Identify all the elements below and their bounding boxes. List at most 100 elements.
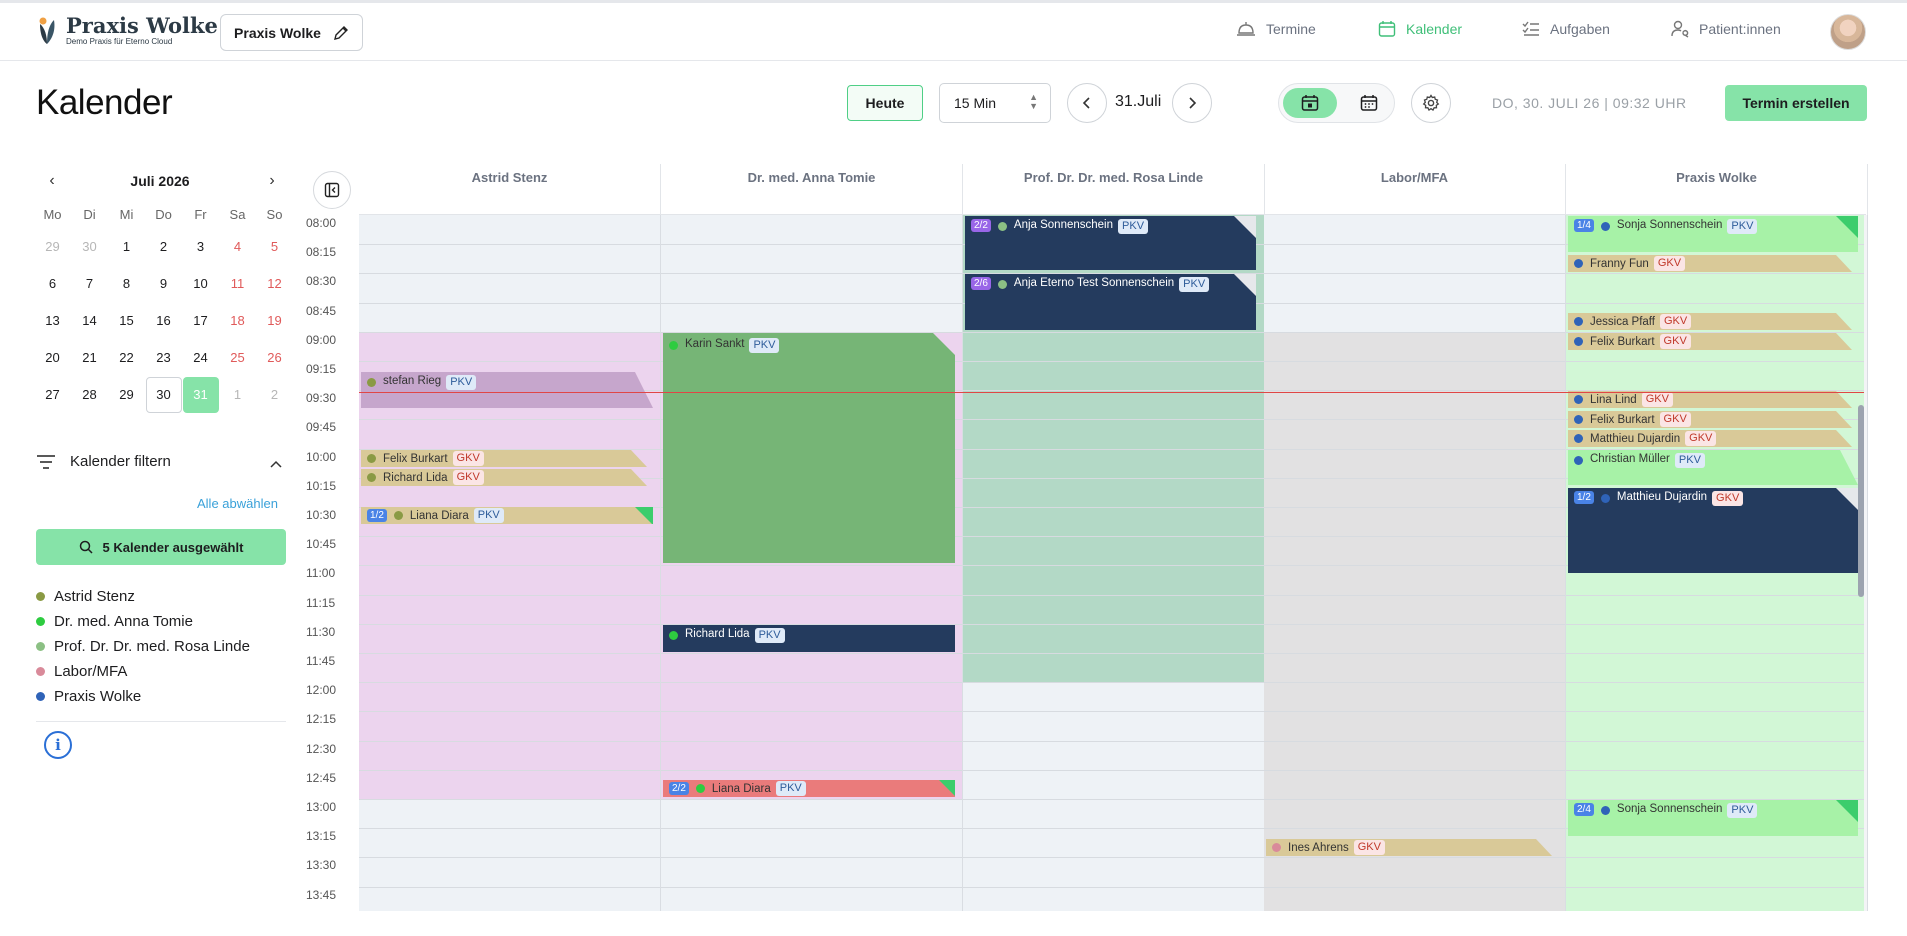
appointment[interactable]: Franny Fun GKV <box>1568 255 1852 272</box>
mini-cal-day[interactable]: 23 <box>145 339 182 376</box>
interval-select[interactable]: 15 Min ▲ ▼ <box>939 83 1051 123</box>
mini-cal-day-label: 30 <box>145 377 182 413</box>
mini-cal-day[interactable]: 16 <box>145 302 182 339</box>
mini-cal-day[interactable]: 20 <box>34 339 71 376</box>
mini-cal-prev-icon[interactable]: ‹ <box>42 166 62 196</box>
mini-cal-day[interactable]: 8 <box>108 265 145 302</box>
appointment[interactable]: 2/2 Liana Diara PKV <box>663 780 955 797</box>
mini-cal-day[interactable]: 3 <box>182 228 219 265</box>
mini-cal-day[interactable]: 22 <box>108 339 145 376</box>
info-icon[interactable]: i <box>44 731 72 759</box>
mini-cal-next-icon[interactable]: › <box>262 166 282 196</box>
calendar-filter-header[interactable]: Kalender filtern <box>36 453 171 470</box>
insurance-badge: GKV <box>1660 314 1691 329</box>
chevron-up-icon[interactable] <box>270 455 282 471</box>
deselect-all-link[interactable]: Alle abwählen <box>197 496 278 511</box>
appointment[interactable]: 1/2 Liana Diara PKV <box>361 507 653 524</box>
appointment[interactable]: Richard Lida PKV <box>663 625 955 652</box>
appointment[interactable]: Felix Burkart GKV <box>1568 411 1852 428</box>
mini-cal-day[interactable]: 26 <box>256 339 293 376</box>
prev-day-button[interactable] <box>1067 83 1107 123</box>
calendars-selected-button[interactable]: 5 Kalender ausgewählt <box>36 529 286 565</box>
nav-aufgaben[interactable]: Aufgaben <box>1522 20 1610 38</box>
appointment[interactable]: Felix Burkart GKV <box>1568 333 1852 350</box>
legend-label: Praxis Wolke <box>54 688 142 705</box>
user-avatar[interactable] <box>1830 14 1866 50</box>
appointment[interactable]: Karin Sankt PKV <box>663 333 955 563</box>
legend-item[interactable]: Dr. med. Anna Tomie <box>36 609 250 634</box>
settings-button[interactable] <box>1411 83 1451 123</box>
patient-name: Lina Lind <box>1590 393 1637 406</box>
mini-cal-day[interactable]: 29 <box>34 228 71 265</box>
mini-cal-day[interactable]: 25 <box>219 339 256 376</box>
mini-cal-day[interactable]: 10 <box>182 265 219 302</box>
mini-cal-day[interactable]: 17 <box>182 302 219 339</box>
mini-cal-day[interactable]: 21 <box>71 339 108 376</box>
mini-cal-day[interactable]: 12 <box>256 265 293 302</box>
mini-cal-day[interactable]: 9 <box>145 265 182 302</box>
mini-cal-day[interactable]: 29 <box>108 376 145 413</box>
mini-cal-day[interactable]: 2 <box>256 376 293 413</box>
mini-cal-day[interactable]: 5 <box>256 228 293 265</box>
appointment[interactable]: Ines Ahrens GKV <box>1266 839 1552 856</box>
nav-termine[interactable]: Termine <box>1236 20 1316 38</box>
mini-cal-day[interactable]: 14 <box>71 302 108 339</box>
mini-cal-day[interactable]: 2 <box>145 228 182 265</box>
next-day-button[interactable] <box>1172 83 1212 123</box>
legend-item[interactable]: Astrid Stenz <box>36 584 250 609</box>
patient-name: Felix Burkart <box>1590 413 1655 426</box>
mini-cal-day[interactable]: 19 <box>256 302 293 339</box>
mini-cal-day[interactable]: 31 <box>182 376 219 413</box>
appointment[interactable]: Felix Burkart GKV <box>361 450 647 467</box>
appointment[interactable]: Richard Lida GKV <box>361 469 647 486</box>
logo[interactable]: Praxis Wolke Demo Praxis für Eterno Clou… <box>34 15 218 46</box>
legend-item[interactable]: Prof. Dr. Dr. med. Rosa Linde <box>36 634 250 659</box>
patient-name: Sonja Sonnenschein <box>1616 219 1723 231</box>
nav-kalender[interactable]: Kalender <box>1378 20 1462 38</box>
day-view-button[interactable] <box>1283 88 1337 118</box>
mini-cal-day[interactable]: 18 <box>219 302 256 339</box>
today-button[interactable]: Heute <box>847 85 923 121</box>
grid-line <box>1566 711 1867 713</box>
mini-cal-day[interactable]: 28 <box>71 376 108 413</box>
praxis-edit-button[interactable]: Praxis Wolke <box>220 14 363 51</box>
legend-item[interactable]: Praxis Wolke <box>36 684 250 709</box>
scrollbar[interactable] <box>1858 405 1864 597</box>
mini-cal-day[interactable]: 15 <box>108 302 145 339</box>
mini-cal-day[interactable]: 7 <box>71 265 108 302</box>
collapse-sidebar-button[interactable] <box>313 171 351 209</box>
patient-name: Jessica Pfaff <box>1590 315 1655 328</box>
mini-cal-day[interactable]: 4 <box>219 228 256 265</box>
mini-cal-day[interactable]: 24 <box>182 339 219 376</box>
mini-cal-day[interactable]: 30 <box>71 228 108 265</box>
appointment[interactable]: stefan Rieg PKV <box>361 372 653 408</box>
week-view-button[interactable] <box>1347 88 1391 118</box>
mini-cal-day[interactable]: 11 <box>219 265 256 302</box>
appointment[interactable]: Christian Müller PKV <box>1568 450 1858 485</box>
appointment[interactable]: Lina Lind GKV <box>1568 391 1852 408</box>
grid-line <box>963 682 1264 684</box>
calendar-column[interactable] <box>1264 215 1566 911</box>
legend-item[interactable]: Labor/MFA <box>36 659 250 684</box>
appointment[interactable]: Matthieu Dujardin GKV <box>1568 430 1852 447</box>
appointment[interactable]: 1/4 Sonja Sonnenschein PKV <box>1568 216 1858 252</box>
nav-patienten[interactable]: Patient:innen <box>1671 20 1781 38</box>
praxis-button-label: Praxis Wolke <box>234 24 321 41</box>
mini-cal-day[interactable]: 6 <box>34 265 71 302</box>
mini-cal-day-label: 23 <box>156 350 171 365</box>
mini-cal-day[interactable]: 1 <box>219 376 256 413</box>
mini-cal-day[interactable]: 1 <box>108 228 145 265</box>
mini-cal-day[interactable]: 13 <box>34 302 71 339</box>
appointment[interactable]: 1/2 Matthieu Dujardin GKV <box>1568 488 1858 573</box>
appointment[interactable]: 2/6 Anja Eterno Test Sonnenschein PKV <box>965 274 1256 330</box>
grid-line <box>1264 507 1565 508</box>
mini-cal-day[interactable]: 27 <box>34 376 71 413</box>
appointment[interactable]: Jessica Pfaff GKV <box>1568 313 1852 330</box>
mini-cal-day[interactable]: 30 <box>145 376 182 413</box>
calendar-column[interactable] <box>661 215 963 911</box>
calendar-column[interactable] <box>359 215 661 911</box>
appointment[interactable]: 2/2 Anja Sonnenschein PKV <box>965 216 1256 270</box>
appointment[interactable]: 2/4 Sonja Sonnenschein PKV <box>1568 800 1858 836</box>
create-appointment-button[interactable]: Termin erstellen <box>1725 85 1867 121</box>
weekday-label: Di <box>83 207 96 222</box>
